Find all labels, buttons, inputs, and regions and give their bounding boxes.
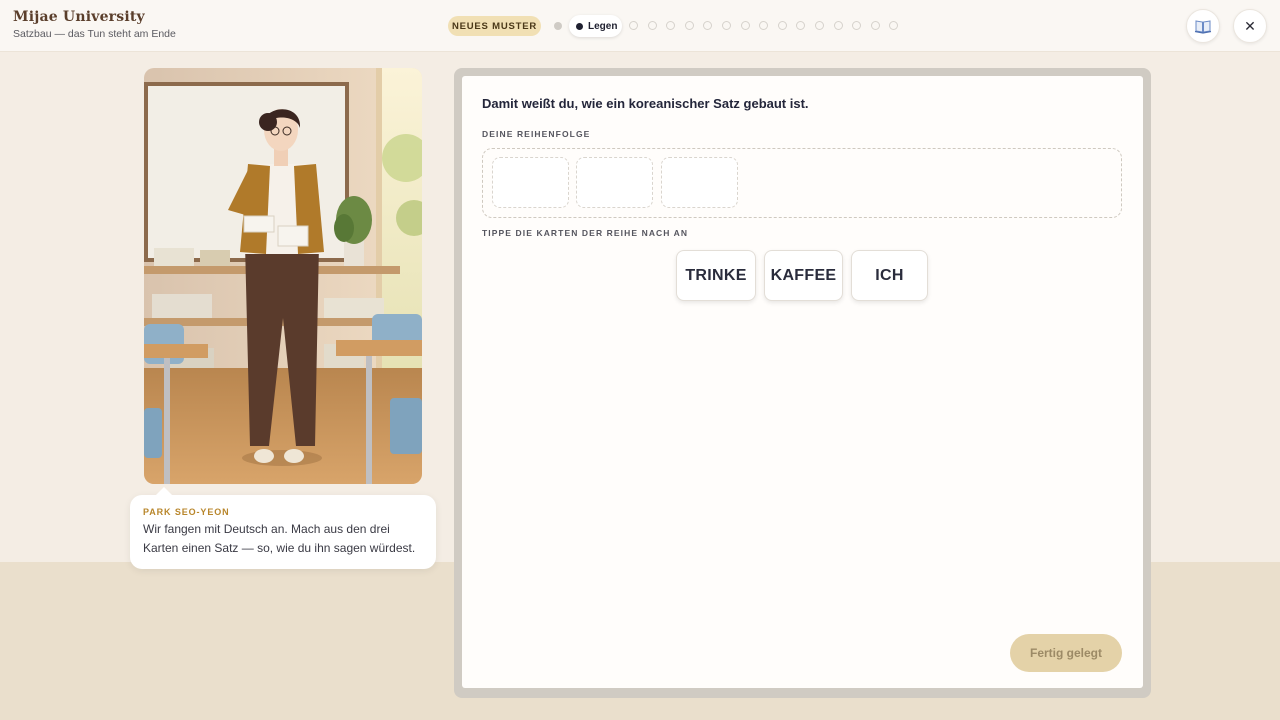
progress-step-upcoming [647, 21, 657, 30]
progress-step-upcoming [629, 21, 638, 30]
progress-step-done [554, 22, 562, 30]
progress-step-upcoming [777, 21, 787, 30]
progress-step-upcoming [740, 21, 750, 30]
classroom-teacher-image [144, 68, 422, 484]
word-card-ich[interactable]: ICH [851, 250, 928, 301]
close-button[interactable]: ✕ [1233, 9, 1267, 43]
word-card-trinke[interactable]: TRINKE [676, 250, 756, 301]
progress-step-upcoming [815, 21, 824, 30]
order-section-label: DEINE REIHENFOLGE [482, 129, 591, 139]
app-title: Mijae University [13, 9, 145, 25]
teacher-illustration [144, 68, 422, 484]
progress-step-upcoming [666, 21, 676, 30]
word-card-kaffee[interactable]: KAFFEE [764, 250, 843, 301]
current-step-dot-icon [576, 22, 583, 30]
exercise-instruction: Damit weißt du, wie ein koreanischer Sat… [482, 96, 809, 111]
progress-step-upcoming [889, 21, 899, 30]
progress-step-upcoming [870, 21, 880, 30]
progress-step-upcoming [722, 21, 731, 30]
new-pattern-badge: NEUES MUSTER [448, 16, 541, 36]
progress-step-upcoming [703, 21, 713, 30]
progress-step-current: Legen [569, 15, 622, 37]
brand: Mijae University Satzbau — das Tun steht… [13, 9, 176, 40]
speaker-message: Wir fangen mit Deutsch an. Mach aus den … [143, 522, 416, 555]
progress-step-upcoming [759, 21, 769, 30]
submit-order-button[interactable]: Fertig gelegt [1010, 634, 1122, 672]
close-icon: ✕ [1244, 17, 1256, 34]
top-bar: Mijae University Satzbau — das Tun steht… [0, 0, 1280, 52]
answer-slot-2[interactable] [576, 157, 653, 208]
progress-step-upcoming [796, 21, 806, 30]
glossary-button[interactable] [1186, 9, 1220, 43]
progress-step-upcoming [852, 21, 862, 30]
speaker-name: PARK SEO-YEON [143, 507, 230, 517]
teacher-speech-bubble: PARK SEO-YEON Wir fangen mit Deutsch an.… [130, 487, 436, 569]
current-step-label: Legen [588, 20, 618, 32]
cards-section-label: TIPPE DIE KARTEN DER REIHE NACH AN [482, 228, 689, 238]
progress-step-upcoming [684, 21, 694, 30]
book-icon [1194, 20, 1212, 34]
answer-slot-1[interactable] [492, 157, 569, 208]
app-subtitle: Satzbau — das Tun steht am Ende [13, 28, 176, 40]
progress-step-upcoming [833, 21, 843, 30]
answer-slot-3[interactable] [661, 157, 738, 208]
